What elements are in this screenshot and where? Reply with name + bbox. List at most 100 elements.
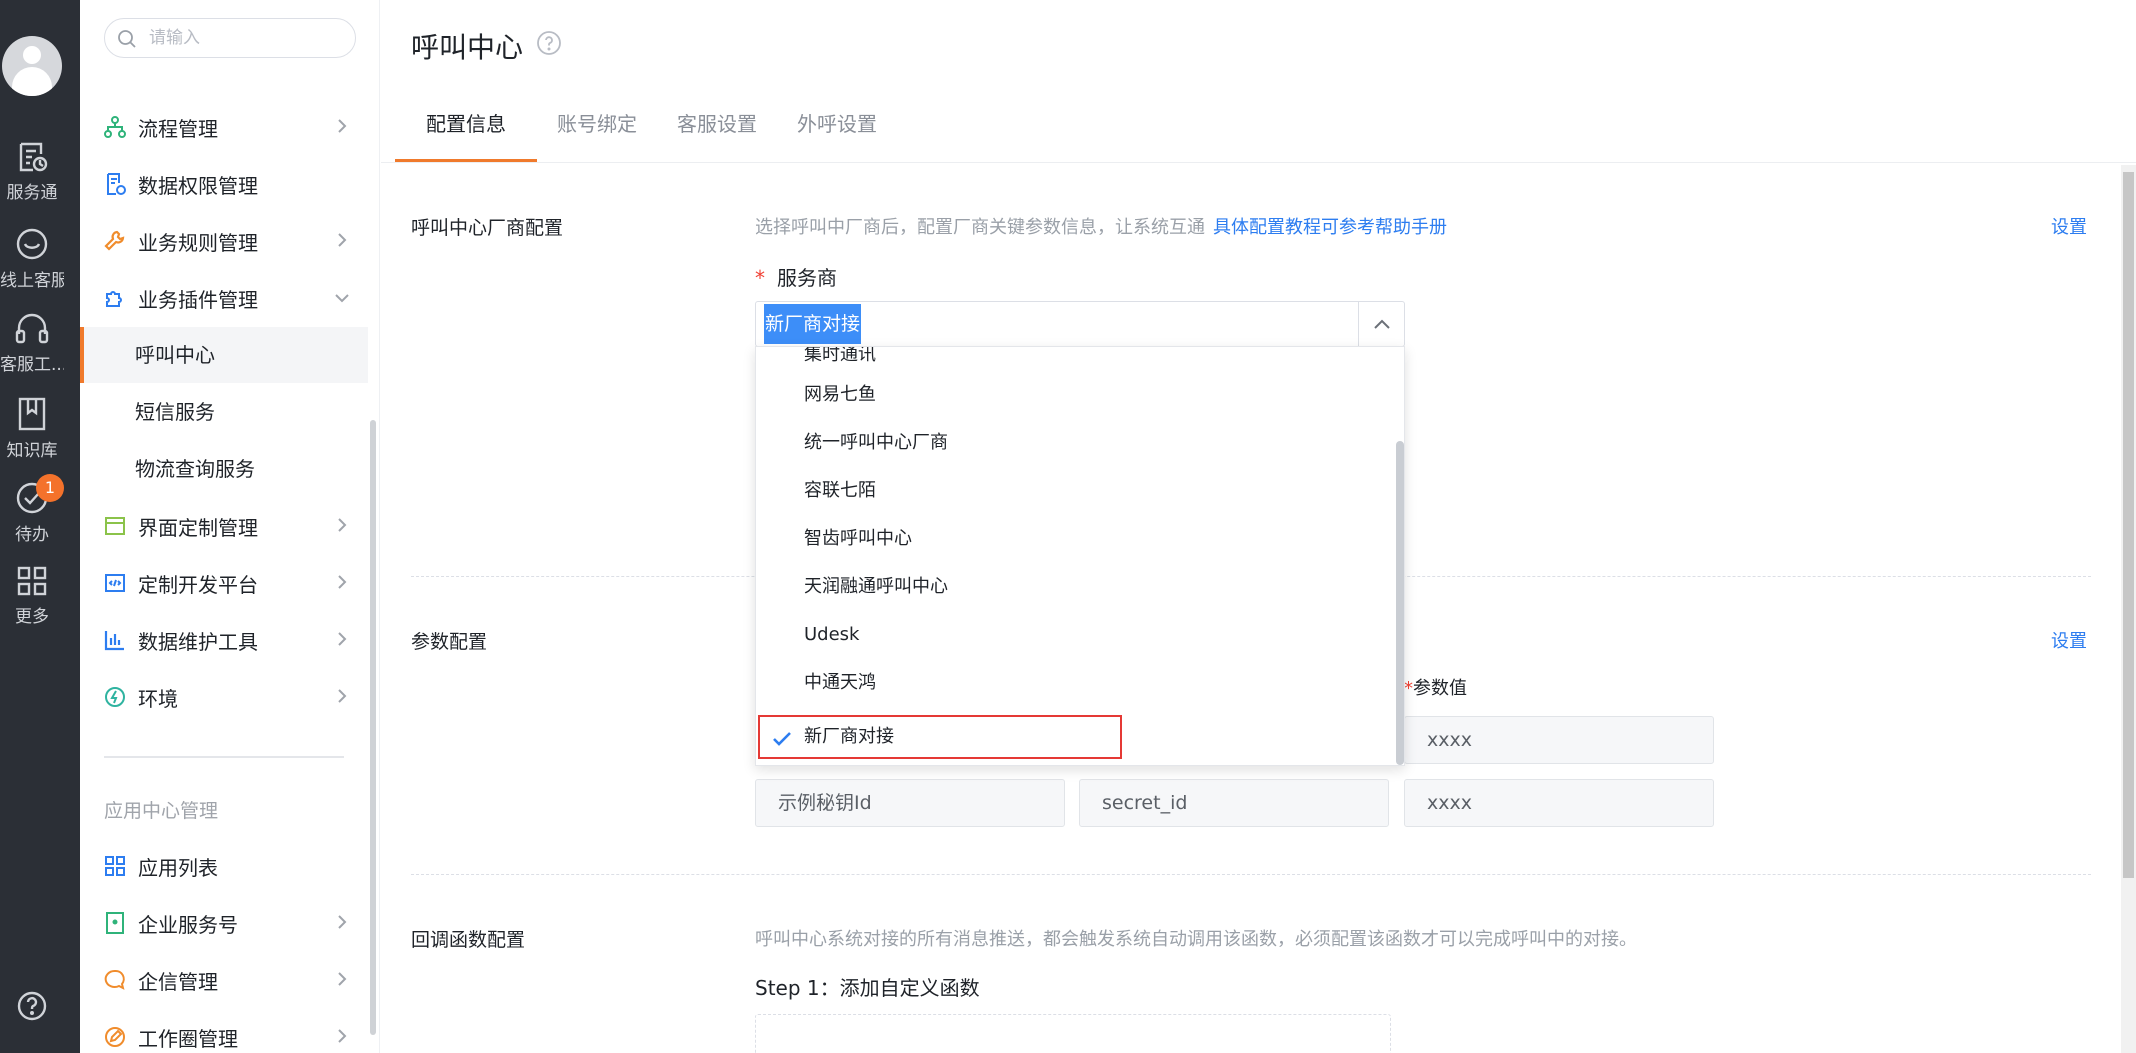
sidebar-item-label: 企业服务号	[138, 912, 238, 937]
provider-label-text: 服务商	[777, 266, 837, 290]
rail-label: 服务通	[6, 183, 58, 203]
dropdown-option[interactable]: 网易七鱼	[756, 371, 1392, 419]
param-name-field[interactable]: 示例秘钥Id	[755, 779, 1065, 827]
headset-icon	[15, 313, 49, 344]
chevron-right-icon	[338, 689, 347, 703]
sidebar-item-app-list[interactable]: 应用列表	[80, 838, 368, 894]
sidebar-item-enterprise-messaging[interactable]: 企信管理	[80, 952, 368, 1008]
rail-item-todo[interactable]: 1 待办	[0, 474, 64, 545]
search-icon	[118, 30, 136, 48]
main-scrollbar[interactable]	[2123, 172, 2134, 878]
tab-config-info[interactable]: 配置信息	[395, 100, 537, 162]
sidebar-search[interactable]	[104, 18, 356, 58]
param-key-field[interactable]: secret_id	[1079, 779, 1389, 827]
sidebar-item-label: 流程管理	[138, 116, 218, 141]
param-value-header-text: 参数值	[1413, 678, 1467, 699]
rail-item-agent-workbench[interactable]: 客服工...	[0, 312, 64, 375]
section-divider	[411, 874, 2091, 875]
help-manual-link[interactable]: 具体配置教程可参考帮助手册	[1213, 217, 1447, 238]
provider-label: * 服务商	[755, 266, 837, 290]
search-input[interactable]	[149, 27, 339, 49]
chat-smile-icon	[16, 228, 48, 260]
sidebar-item-label: 业务插件管理	[138, 287, 258, 312]
select-toggle[interactable]	[1358, 302, 1404, 346]
code-icon	[105, 574, 125, 592]
callback-description: 呼叫中心系统对接的所有消息推送，都会触发系统自动调用该函数，必须配置该函数才可以…	[755, 929, 1637, 950]
chevron-up-icon	[1373, 319, 1390, 329]
sidebar-item-call-center[interactable]: 呼叫中心	[80, 327, 368, 383]
chevron-right-icon	[338, 915, 347, 929]
dropdown-option-label: 新厂商对接	[804, 726, 894, 747]
help-circle-icon[interactable]	[536, 30, 562, 56]
rail-item-knowledge-base[interactable]: 知识库	[0, 396, 64, 461]
rail-label: 客服工...	[0, 355, 64, 375]
avatar[interactable]	[2, 36, 62, 96]
sidebar-item-logistics[interactable]: 物流查询服务	[80, 441, 368, 497]
sidebar-item-environment[interactable]: 环境	[80, 669, 368, 725]
sidebar-item-data-permission[interactable]: 数据权限管理	[80, 156, 368, 212]
app-rail: 服务通 线上客服 客服工... 知识库 1 待办 更多	[0, 0, 80, 1053]
dropdown-option[interactable]: 容联七陌	[756, 467, 1392, 515]
provider-selected-value: 新厂商对接	[764, 304, 862, 344]
params-set-link[interactable]: 设置	[2051, 627, 2087, 653]
page-title: 呼叫中心	[411, 31, 524, 64]
sidebar-item-ui-custom[interactable]: 界面定制管理	[80, 498, 368, 554]
chevron-down-icon	[335, 294, 349, 303]
chevron-right-icon	[338, 575, 347, 589]
dropdown-option[interactable]: 统一呼叫中心厂商	[756, 419, 1392, 467]
sidebar-item-sms[interactable]: 短信服务	[80, 384, 368, 440]
tab-agent-settings[interactable]: 客服设置	[657, 100, 777, 162]
rail-label: 待办	[15, 525, 49, 545]
chevron-right-icon	[338, 119, 347, 133]
puzzle-icon	[106, 291, 122, 307]
chevron-right-icon	[338, 1029, 347, 1043]
tab-account-binding[interactable]: 账号绑定	[537, 100, 657, 162]
tabs-divider	[381, 162, 2136, 163]
sidebar-item-enterprise-account[interactable]: 企业服务号	[80, 895, 368, 951]
vendor-set-link[interactable]: 设置	[2051, 213, 2087, 239]
window-icon	[105, 517, 125, 535]
flow-icon	[104, 116, 126, 138]
tab-outbound-settings[interactable]: 外呼设置	[777, 100, 897, 162]
main-content: 呼叫中心 配置信息 账号绑定 客服设置 外呼设置 呼叫中心厂商配置 选择呼叫中厂…	[381, 0, 2136, 1053]
rail-item-more[interactable]: 更多	[0, 564, 64, 627]
sidebar-item-process[interactable]: 流程管理	[80, 99, 368, 155]
dropdown-option[interactable]: Udesk	[756, 611, 1392, 659]
book-icon	[18, 397, 46, 431]
help-button[interactable]	[16, 990, 48, 1026]
bookmark-icon	[106, 912, 124, 934]
sidebar-item-business-plugins[interactable]: 业务插件管理	[80, 270, 368, 326]
chevron-right-icon	[338, 518, 347, 532]
rail-item-service[interactable]: 服务通	[0, 140, 64, 203]
chevron-right-icon	[338, 233, 347, 247]
sidebar-item-business-rules[interactable]: 业务规则管理	[80, 213, 368, 269]
param-value-field[interactable]: xxxx	[1404, 779, 1714, 827]
sidebar-item-label: 数据维护工具	[138, 629, 258, 654]
dropdown-option-selected[interactable]: 新厂商对接	[758, 715, 1122, 759]
param-value-field[interactable]: xxxx	[1404, 716, 1714, 764]
sidebar-item-label: 工作圈管理	[138, 1026, 238, 1051]
sidebar-item-label: 环境	[138, 686, 178, 711]
sidebar-item-dev-platform[interactable]: 定制开发平台	[80, 555, 368, 611]
sidebar-item-label: 界面定制管理	[138, 515, 258, 540]
todo-badge: 1	[36, 474, 64, 502]
dropdown-option[interactable]: 智齿呼叫中心	[756, 515, 1392, 563]
sidebar-item-work-circle[interactable]: 工作圈管理	[80, 1009, 368, 1053]
sidebar-item-data-maintenance[interactable]: 数据维护工具	[80, 612, 368, 668]
rail-label: 知识库	[6, 441, 58, 461]
environment-icon	[105, 687, 125, 707]
sidebar-group-title: 应用中心管理	[104, 800, 219, 822]
dropdown-option[interactable]: 中通天鸿	[756, 659, 1392, 707]
sidebar-scrollbar[interactable]	[370, 420, 376, 1035]
callback-function-box[interactable]	[755, 1014, 1391, 1053]
dropdown-scrollbar[interactable]	[1396, 441, 1404, 765]
chevron-right-icon	[338, 632, 347, 646]
callback-step-title: Step 1：添加自定义函数	[755, 976, 980, 1000]
rail-item-online-service[interactable]: 线上客服	[0, 226, 64, 291]
service-icon	[19, 142, 48, 172]
sidebar: 流程管理 数据权限管理 业务规则管理 业务插件管理 呼叫中心 短信服务 物流查询…	[80, 0, 380, 1053]
provider-select[interactable]: 新厂商对接	[755, 301, 1405, 347]
chevron-right-icon	[338, 972, 347, 986]
dropdown-option[interactable]: 天润融通呼叫中心	[756, 563, 1392, 611]
check-icon	[773, 732, 791, 746]
